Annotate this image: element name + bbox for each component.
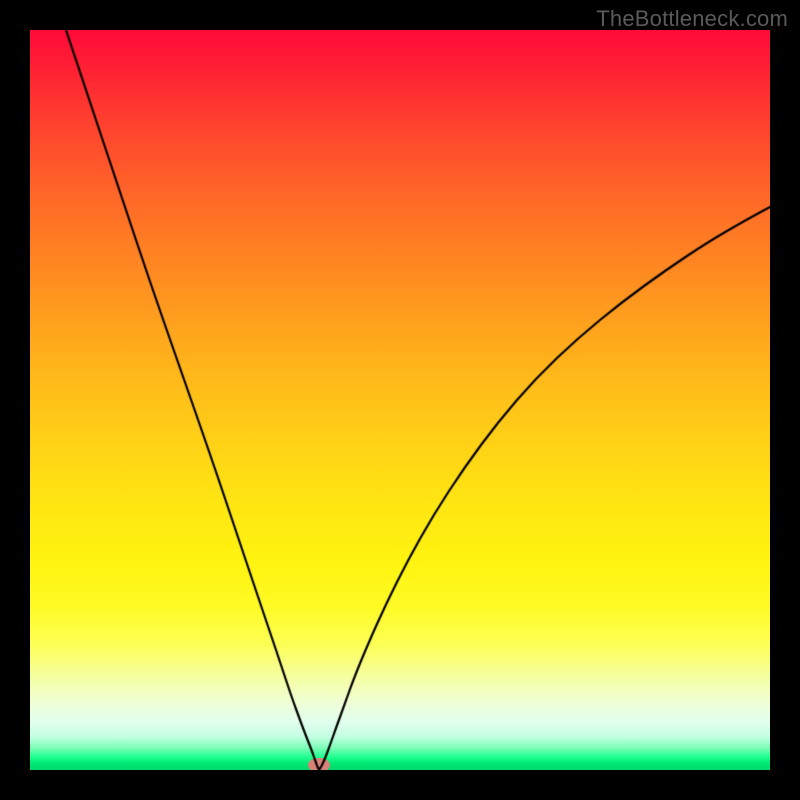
- plot-area: [30, 30, 770, 770]
- watermark-text: TheBottleneck.com: [596, 6, 788, 32]
- chart-container: TheBottleneck.com: [0, 0, 800, 800]
- bottleneck-curve: [30, 30, 770, 770]
